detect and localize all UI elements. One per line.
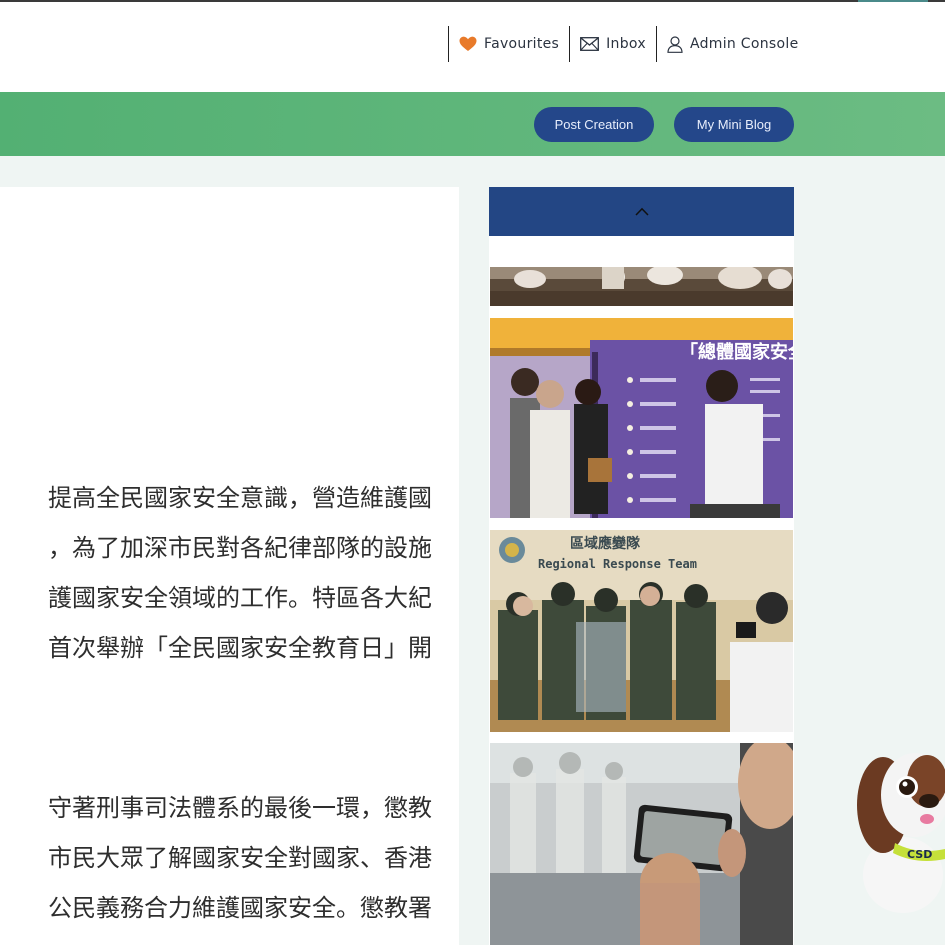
mascot-collar-text: CSD	[907, 848, 932, 861]
action-bar: Post Creation My Mini Blog	[0, 92, 945, 156]
article-line: 守著刑事司法體系的最後一環，懲教	[48, 794, 432, 822]
article-body: 提高全民國家安全意識，營造維護國 ，為了加深市民對各紀律部隊的設施 護國家安全領…	[0, 187, 459, 945]
heart-icon	[459, 36, 477, 52]
mascot-dog[interactable]: CSD	[855, 745, 945, 915]
article-paragraph: 守著刑事司法體系的最後一環，懲教 市民大眾了解國家安全對國家、香港 公民義務合力…	[0, 783, 459, 933]
admin-console-label: Admin Console	[689, 36, 799, 52]
article-line: 市民大眾了解國家安全對國家、香港	[48, 844, 432, 872]
article-line: 提高全民國家安全意識，營造維護國	[48, 484, 432, 512]
mail-icon	[580, 37, 600, 51]
gallery-scroll-up-button[interactable]	[489, 187, 794, 236]
article-line: 公民義務合力維護國家安全。懲教署	[48, 894, 432, 922]
gallery-photo[interactable]	[490, 743, 793, 945]
chevron-up-icon	[634, 204, 649, 219]
photo-gallery: 「總體國家安全觀」 區域應變隊 Regional Response Team	[489, 187, 794, 945]
my-mini-blog-button[interactable]: My Mini Blog	[674, 107, 794, 142]
banner-title: 「總體國家安全觀」	[680, 341, 793, 363]
article-line: 首次舉辦「全民國家安全教育日」開	[48, 634, 432, 662]
inbox-label: Inbox	[606, 36, 646, 52]
article-paragraph: 提高全民國家安全意識，營造維護國 ，為了加深市民對各紀律部隊的設施 護國家安全領…	[0, 473, 459, 673]
gallery-photo[interactable]	[490, 267, 793, 306]
sign-title: 區域應變隊	[570, 535, 641, 552]
user-icon	[667, 35, 683, 53]
gallery-photo[interactable]: 「總體國家安全觀」	[490, 318, 793, 518]
sign-subtitle: Regional Response Team	[538, 557, 697, 571]
utility-nav: Favourites Inbox Admin Console	[448, 26, 798, 62]
post-creation-button[interactable]: Post Creation	[534, 107, 654, 142]
favourites-label: Favourites	[484, 36, 560, 52]
favourites-link[interactable]: Favourites	[449, 26, 569, 62]
admin-console-link[interactable]: Admin Console	[657, 26, 799, 62]
gallery-photo[interactable]: 區域應變隊 Regional Response Team	[490, 530, 793, 732]
article-line: ，為了加深市民對各紀律部隊的設施	[48, 534, 432, 562]
inbox-link[interactable]: Inbox	[570, 26, 656, 62]
article-line: 護國家安全領域的工作。特區各大紀	[48, 584, 432, 612]
site-header: Favourites Inbox Admin Console	[0, 2, 945, 92]
